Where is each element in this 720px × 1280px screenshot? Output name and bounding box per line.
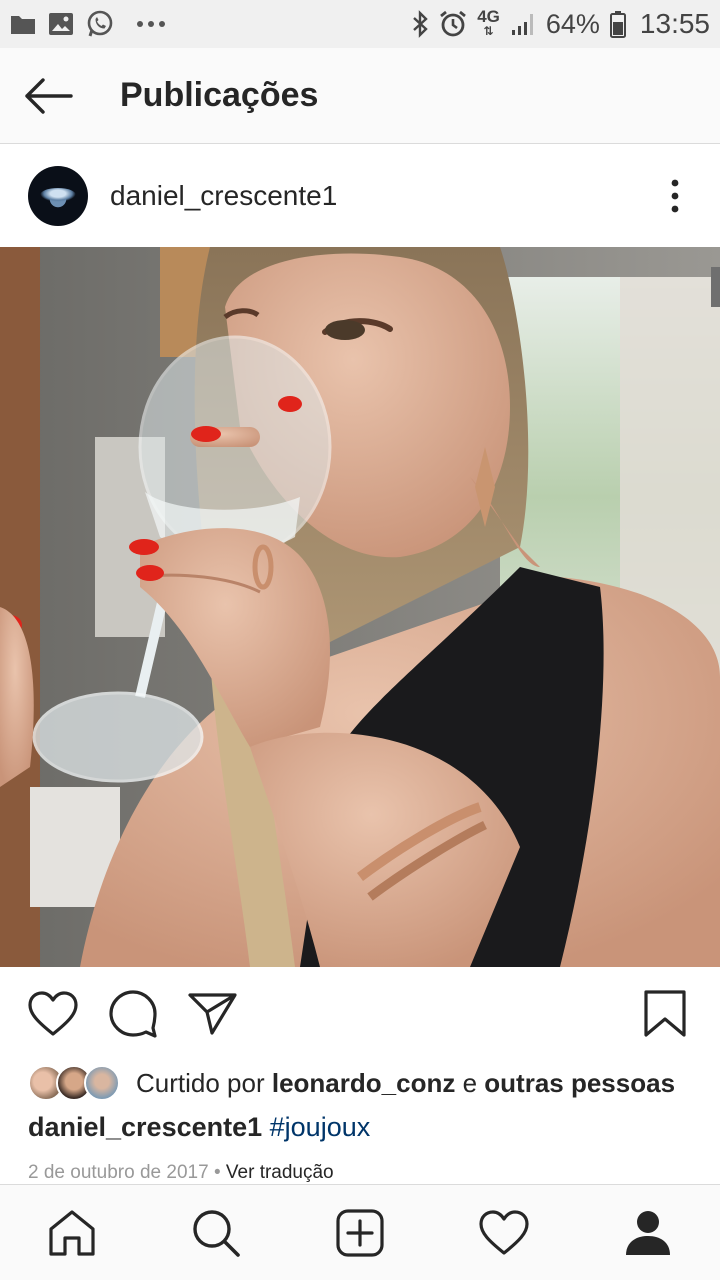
alarm-icon (439, 10, 467, 38)
post-date: 2 de outubro de 2017 (28, 1162, 209, 1183)
post-actions (0, 968, 720, 1060)
page-title: Publicações (120, 76, 319, 114)
whatsapp-icon (86, 10, 114, 38)
signal-icon (510, 12, 536, 36)
battery-icon (609, 10, 626, 38)
battery-percent: 64% (545, 8, 600, 39)
nav-home-button[interactable] (32, 1193, 112, 1273)
nav-activity-button[interactable] (464, 1193, 544, 1273)
share-icon (188, 992, 238, 1036)
likes-conjunction: e (462, 1067, 478, 1098)
status-right-icons: 4G ⇅ 64% 13:55 (411, 8, 710, 40)
liker-avatar (84, 1065, 120, 1101)
app-header: Publicações (0, 48, 720, 144)
status-bar: 4G ⇅ 64% 13:55 (0, 0, 720, 48)
home-icon (48, 1209, 96, 1257)
gallery-icon (48, 12, 74, 36)
comment-button[interactable] (106, 987, 160, 1041)
caption-username[interactable]: daniel_crescente1 (28, 1112, 262, 1142)
likes-prefix: Curtido por (136, 1067, 265, 1098)
avatar[interactable] (28, 166, 88, 226)
post-header: daniel_crescente1 (0, 145, 720, 247)
nav-add-button[interactable] (320, 1193, 400, 1273)
more-options-button[interactable] (630, 151, 720, 241)
more-notifications-icon (136, 20, 166, 28)
meta-separator: • (213, 1162, 221, 1183)
vertical-dots-icon (670, 179, 680, 213)
nav-search-button[interactable] (176, 1193, 256, 1273)
post-photo-illustration (0, 247, 720, 967)
bottom-navigation (0, 1184, 720, 1280)
activity-heart-icon (479, 1209, 529, 1256)
save-button[interactable] (638, 987, 692, 1041)
likes-user[interactable]: leonardo_conz (272, 1068, 455, 1099)
network-label: 4G (477, 7, 500, 26)
liker-avatars (28, 1065, 120, 1101)
status-left-icons (10, 10, 166, 38)
like-button[interactable] (26, 987, 80, 1041)
heart-icon (28, 991, 78, 1037)
caption-hashtag[interactable]: #joujoux (270, 1112, 371, 1142)
likes-row[interactable]: Curtido por leonardo_conz e outras pesso… (28, 1060, 675, 1106)
bluetooth-icon (411, 10, 429, 38)
post-meta: 2 de outubro de 2017 • Ver tradução (28, 1162, 334, 1184)
likes-others[interactable]: outras pessoas (484, 1068, 675, 1099)
add-post-icon (336, 1208, 384, 1257)
comment-icon (109, 990, 157, 1038)
profile-icon (625, 1209, 671, 1257)
see-translation-link[interactable]: Ver tradução (226, 1162, 334, 1183)
folder-icon (10, 13, 36, 35)
nav-profile-button[interactable] (608, 1193, 688, 1273)
back-button[interactable] (0, 48, 96, 144)
data-arrows-icon: ⇅ (483, 24, 494, 38)
post-username[interactable]: daniel_crescente1 (110, 180, 337, 212)
network-type: 4G ⇅ (477, 7, 500, 38)
arrow-left-icon (23, 77, 73, 114)
clock: 13:55 (639, 8, 710, 39)
post-photo[interactable] (0, 247, 720, 967)
bookmark-icon (643, 989, 687, 1039)
caption: daniel_crescente1 #joujoux (28, 1112, 370, 1143)
share-button[interactable] (186, 987, 240, 1041)
search-icon (191, 1208, 241, 1258)
